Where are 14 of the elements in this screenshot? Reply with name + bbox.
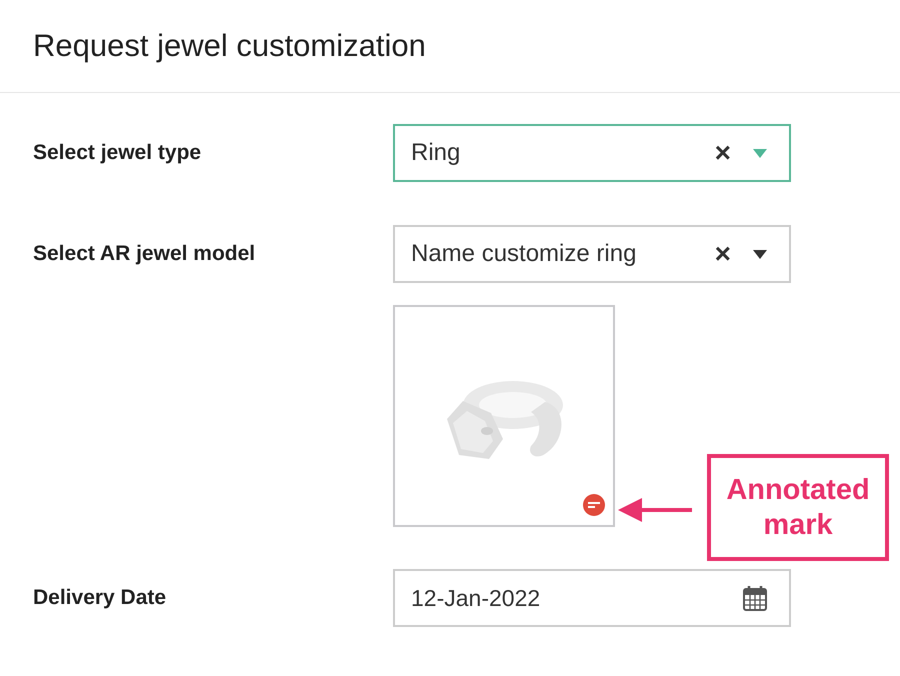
select-field[interactable]: Name customize ring ×	[393, 225, 791, 283]
select-field[interactable]: Ring ×	[393, 124, 791, 182]
caret-icon	[753, 250, 767, 258]
clear-button[interactable]: ×	[714, 139, 731, 167]
date-field[interactable]: 12-Jan-2022	[393, 569, 791, 627]
field-label: Select AR jewel model	[33, 242, 256, 266]
clear-button[interactable]: ×	[714, 240, 731, 268]
calendar-icon[interactable]	[743, 585, 767, 611]
remove-icon[interactable]	[583, 494, 605, 516]
annotation-label: Annotated mark	[707, 454, 889, 561]
caret-icon	[753, 148, 767, 158]
field-label: Select jewel type	[33, 141, 202, 165]
field-label: Delivery Date	[33, 586, 168, 610]
dialog-title: Request jewel customization	[33, 28, 426, 64]
